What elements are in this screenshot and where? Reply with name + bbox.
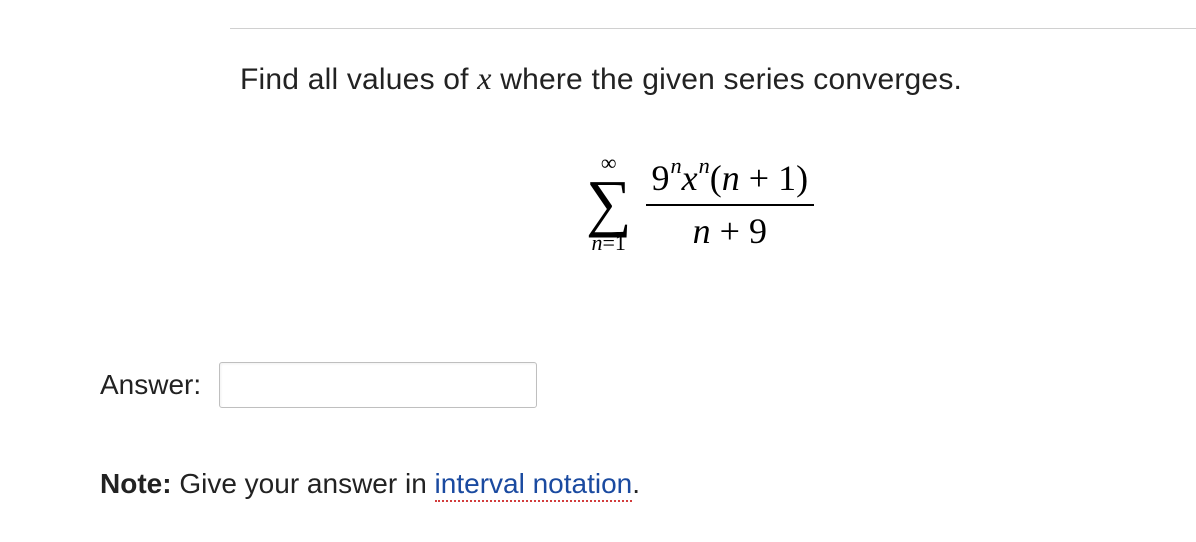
- note-row: Note: Give your answer in interval notat…: [100, 468, 640, 500]
- num-exp2: n: [699, 153, 710, 178]
- num-const: 1: [778, 158, 796, 198]
- sigma-lower-limit: n=1: [591, 232, 625, 254]
- num-exp1: n: [671, 153, 682, 178]
- num-base2: x: [682, 158, 698, 198]
- question-text: Find all values of x where the given ser…: [240, 60, 1156, 97]
- num-var3: n: [722, 158, 740, 198]
- interval-notation-link[interactable]: interval notation: [435, 468, 633, 502]
- num-plus: +: [740, 158, 778, 198]
- den-const: 9: [749, 211, 767, 251]
- num-base1: 9: [652, 158, 670, 198]
- question-block: Find all values of x where the given ser…: [240, 60, 1156, 254]
- sigma-index-eq: =: [602, 230, 614, 255]
- formula-area: ∞ ∑ n=1 9nxn(n + 1) n + 9: [350, 152, 1050, 254]
- series-formula: ∞ ∑ n=1 9nxn(n + 1) n + 9: [586, 152, 814, 254]
- question-variable: x: [477, 60, 491, 96]
- denominator: n + 9: [693, 206, 767, 253]
- question-prefix: Find all values of: [240, 63, 477, 96]
- den-plus: +: [711, 211, 749, 251]
- top-divider: [230, 28, 1196, 29]
- den-var: n: [693, 211, 711, 251]
- sigma-icon: ∑: [586, 176, 632, 230]
- sigma-index-var: n: [591, 230, 602, 255]
- note-bold: Note:: [100, 468, 172, 499]
- question-suffix: where the given series converges.: [492, 63, 962, 96]
- note-text: Give your answer in: [172, 468, 435, 499]
- answer-row: Answer:: [100, 362, 537, 408]
- numerator: 9nxn(n + 1): [646, 157, 815, 206]
- note-period: .: [632, 468, 640, 499]
- sigma-index-val: 1: [615, 230, 626, 255]
- answer-input[interactable]: [219, 362, 537, 408]
- num-paren-close: ): [796, 158, 808, 198]
- num-paren-open: (: [710, 158, 722, 198]
- fraction: 9nxn(n + 1) n + 9: [646, 157, 815, 253]
- sigma-block: ∞ ∑ n=1: [586, 152, 632, 254]
- answer-label: Answer:: [100, 369, 201, 401]
